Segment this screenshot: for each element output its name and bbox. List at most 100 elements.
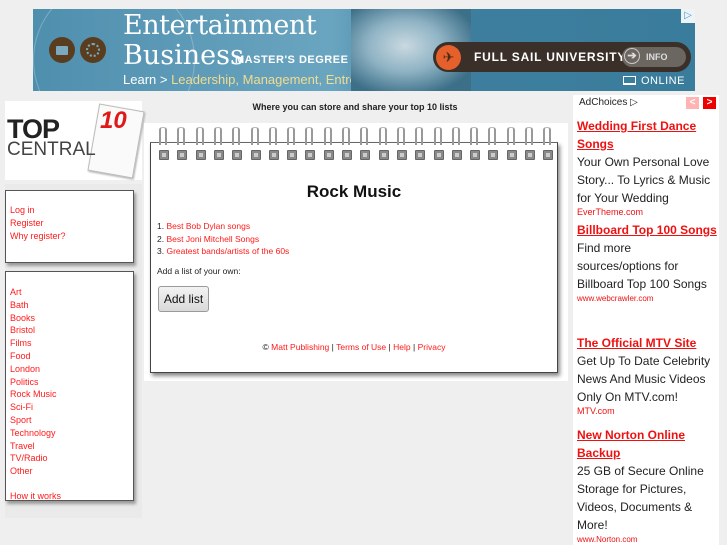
- ad-title[interactable]: The Official MTV Site: [577, 334, 717, 352]
- category-films[interactable]: Films: [10, 337, 61, 350]
- list-link[interactable]: Best Bob Dylan songs: [166, 221, 250, 231]
- coil-hole: [543, 150, 554, 160]
- coil-wire: [360, 127, 369, 145]
- category-travel[interactable]: Travel: [10, 440, 61, 453]
- category-bath[interactable]: Bath: [10, 299, 61, 312]
- spiral-binding: [152, 125, 557, 163]
- spiral-coil: [358, 125, 372, 163]
- coil-wire: [159, 127, 167, 145]
- category-tv-radio[interactable]: TV/Radio: [10, 452, 61, 465]
- ad-item: The Official MTV Site Get Up To Date Cel…: [577, 334, 717, 417]
- ads-next-button[interactable]: >: [703, 97, 716, 109]
- spiral-coil: [486, 125, 500, 163]
- coil-hole: [488, 150, 499, 160]
- footer-link-terms[interactable]: Terms of Use: [336, 342, 386, 352]
- spiral-coil: [395, 125, 409, 163]
- ad-url[interactable]: www.webcrawler.com: [577, 293, 717, 304]
- info-button[interactable]: ➔ INFO: [622, 47, 686, 67]
- coil-wire: [232, 127, 241, 145]
- footer-separator: |: [388, 342, 391, 352]
- coil-wire: [195, 127, 204, 145]
- why-register-link[interactable]: Why register?: [10, 230, 66, 243]
- coil-hole: [305, 150, 316, 160]
- add-list-button[interactable]: Add list: [158, 286, 209, 312]
- how-it-works-link[interactable]: How it works: [10, 490, 61, 503]
- coil-wire: [543, 127, 552, 145]
- ad-title[interactable]: Wedding First Dance Songs: [577, 117, 717, 153]
- info-label: INFO: [646, 52, 668, 62]
- coil-wire: [177, 127, 186, 145]
- category-technology[interactable]: Technology: [10, 427, 61, 440]
- ad-url[interactable]: EverTheme.com: [577, 207, 717, 218]
- category-politics[interactable]: Politics: [10, 376, 61, 389]
- coil-wire: [305, 127, 314, 145]
- banner-title-line2: Business: [123, 40, 244, 71]
- login-link[interactable]: Log in: [10, 204, 66, 217]
- spiral-coil: [505, 125, 519, 163]
- category-sport[interactable]: Sport: [10, 414, 61, 427]
- ad-url[interactable]: MTV.com: [577, 406, 717, 417]
- ad-item: Wedding First Dance Songs Your Own Perso…: [577, 117, 717, 218]
- list-number: 1.: [157, 221, 165, 231]
- ad-url[interactable]: www.Norton.com: [577, 534, 717, 545]
- list-link[interactable]: Greatest bands/artists of the 60s: [166, 246, 289, 256]
- site-logo[interactable]: TOP CENTRAL 10: [5, 101, 145, 180]
- ad-title[interactable]: Billboard Top 100 Songs: [577, 221, 717, 239]
- spiral-coil: [340, 125, 354, 163]
- online-text: ONLINE: [641, 75, 685, 87]
- list-link[interactable]: Best Joni Mitchell Songs: [166, 234, 259, 244]
- top-lists: 1. Best Bob Dylan songs 2. Best Joni Mit…: [157, 220, 289, 258]
- coil-wire: [470, 127, 479, 145]
- category-art[interactable]: Art: [10, 286, 61, 299]
- ad-body: Get Up To Date Celebrity News And Music …: [577, 354, 711, 404]
- spiral-coil: [230, 125, 244, 163]
- footer-link-help[interactable]: Help: [393, 342, 410, 352]
- spiral-coil: [157, 125, 171, 163]
- category-books[interactable]: Books: [10, 312, 61, 325]
- category-sci-fi[interactable]: Sci-Fi: [10, 401, 61, 414]
- banner-title-line1: Entertainment: [123, 10, 317, 41]
- logo-central-text: CENTRAL: [7, 139, 96, 160]
- coil-hole: [396, 150, 407, 160]
- categories-panel: Art Bath Books Bristol Films Food London…: [5, 271, 134, 501]
- adchoices-icon[interactable]: ▷: [681, 9, 695, 23]
- category-bristol[interactable]: Bristol: [10, 324, 61, 337]
- ad-title[interactable]: New Norton Online Backup: [577, 426, 717, 462]
- category-other[interactable]: Other: [10, 465, 61, 478]
- coil-hole: [342, 150, 352, 160]
- category-food[interactable]: Food: [10, 350, 61, 363]
- spiral-coil: [523, 125, 537, 163]
- coil-hole: [287, 150, 298, 160]
- footer-link-privacy[interactable]: Privacy: [418, 342, 446, 352]
- coil-hole: [470, 150, 481, 160]
- coil-wire: [287, 127, 296, 145]
- footer-link-publisher[interactable]: Matt Publishing: [271, 342, 329, 352]
- coil-hole: [378, 150, 389, 160]
- coil-wire: [451, 127, 460, 145]
- spiral-coil: [194, 125, 208, 163]
- coil-hole: [506, 150, 517, 160]
- banner-degree: MASTER'S DEGREE: [235, 54, 349, 66]
- coil-wire: [268, 127, 277, 145]
- ads-prev-button[interactable]: <: [686, 97, 699, 109]
- spiral-coil: [377, 125, 391, 163]
- list-number: 2.: [157, 233, 165, 244]
- category-rock-music[interactable]: Rock Music: [10, 388, 61, 401]
- ad-body: Find more sources/options for Billboard …: [577, 241, 707, 291]
- ad-item: Billboard Top 100 Songs Find more source…: [577, 221, 717, 304]
- coil-hole: [525, 150, 535, 160]
- coil-wire: [378, 127, 387, 145]
- category-london[interactable]: London: [10, 363, 61, 376]
- adchoices-label[interactable]: AdChoices ▷: [579, 97, 638, 108]
- university-name: FULL SAIL UNIVERSITY.: [474, 50, 630, 64]
- coil-hole: [232, 150, 243, 160]
- coil-hole: [268, 150, 279, 160]
- add-own-label: Add a list of your own:: [157, 266, 241, 276]
- ad-body: Your Own Personal Love Story... To Lyric…: [577, 155, 711, 205]
- list-number: 3.: [157, 246, 165, 256]
- logo-ten-text: 10: [100, 107, 127, 134]
- footer-separator: |: [331, 342, 334, 352]
- notepad-page: [150, 142, 558, 373]
- register-link[interactable]: Register: [10, 217, 66, 230]
- banner-ad[interactable]: Entertainment Business MASTER'S DEGREE L…: [33, 9, 695, 91]
